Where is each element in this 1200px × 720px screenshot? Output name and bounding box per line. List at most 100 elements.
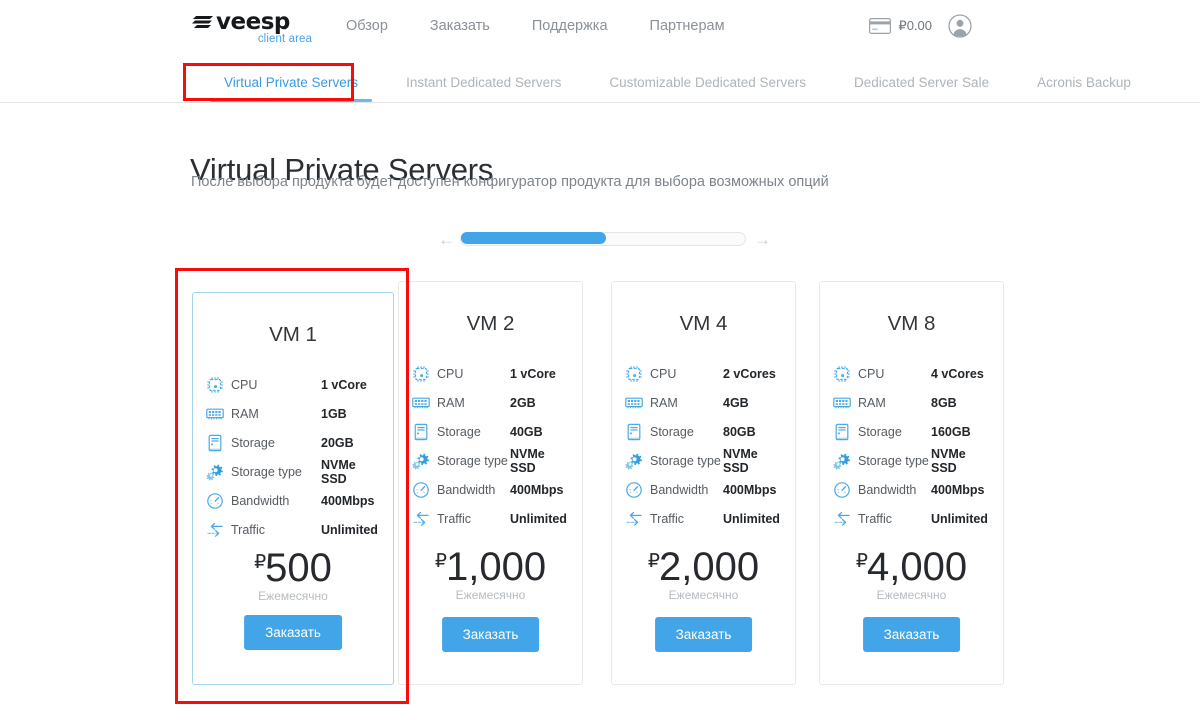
spec-row-traffic: Traffic Unlimited bbox=[624, 505, 785, 533]
spec-label-ram: RAM bbox=[650, 396, 678, 410]
spec-value-ram: 8GB bbox=[931, 396, 957, 410]
spec-row-storage: Storage 160GB bbox=[832, 418, 993, 446]
storage-icon bbox=[205, 434, 224, 453]
spec-value-storage: 160GB bbox=[931, 425, 971, 439]
balance-widget[interactable]: ₽0.00 bbox=[869, 18, 932, 34]
main-nav: Обзор Заказать Поддержка Партнерам bbox=[346, 16, 725, 36]
order-button-vm-8[interactable]: Заказать bbox=[862, 617, 961, 652]
spec-row-storage: Storage 80GB bbox=[624, 418, 785, 446]
user-avatar-icon[interactable] bbox=[948, 14, 972, 38]
spec-value-traffic: Unlimited bbox=[510, 512, 567, 526]
spec-value-bandwidth: 400Mbps bbox=[931, 483, 985, 497]
plan-specs: CPU 4 vCores RAM 8GB Storage 160GB Stora… bbox=[832, 360, 993, 534]
price-period: Ежемесячно bbox=[455, 588, 526, 602]
site-header: veesp client area Обзор Заказать Поддерж… bbox=[0, 0, 1200, 64]
price-amount: 4,000 bbox=[866, 545, 968, 589]
spec-label-cpu: CPU bbox=[437, 367, 464, 381]
gears-icon bbox=[624, 452, 643, 471]
plan-title: VM 8 bbox=[887, 312, 936, 335]
order-button-vm-1[interactable]: Заказать bbox=[244, 615, 342, 650]
plan-carousel-slider[interactable]: ← → bbox=[438, 228, 771, 250]
slider-thumb[interactable] bbox=[461, 232, 606, 244]
arrow-right-icon[interactable]: → bbox=[754, 231, 771, 248]
speedometer-icon bbox=[205, 492, 224, 511]
plan-price: ₽500 bbox=[193, 541, 393, 590]
spec-label-ram: RAM bbox=[231, 407, 259, 421]
order-button-vm-4[interactable]: Заказать bbox=[654, 617, 753, 652]
gears-icon bbox=[411, 452, 430, 471]
speedometer-icon bbox=[832, 481, 851, 500]
spec-label-bandwidth: Bandwidth bbox=[650, 483, 709, 497]
veesp-logo[interactable]: veesp client area bbox=[192, 11, 312, 51]
spec-value-cpu: 1 vCore bbox=[510, 367, 556, 381]
price-period: Ежемесячно bbox=[258, 589, 328, 603]
spec-row-storage: Storage 20GB bbox=[205, 429, 383, 457]
spec-value-ram: 2GB bbox=[510, 396, 536, 410]
plan-card-vm-2[interactable]: VM 2 CPU 1 vCore RAM 2GB Storage 40GB St… bbox=[398, 281, 583, 685]
storage-icon bbox=[411, 423, 430, 442]
tab-virtual-private-servers[interactable]: Virtual Private Servers bbox=[200, 63, 382, 102]
spec-row-ram: RAM 1GB bbox=[205, 400, 383, 428]
plan-title: VM 2 bbox=[466, 312, 515, 335]
spec-value-storage-type: NVMe SSD bbox=[723, 447, 758, 475]
nav-item-support[interactable]: Поддержка bbox=[532, 16, 608, 36]
cpu-icon bbox=[205, 376, 224, 395]
spec-label-cpu: CPU bbox=[858, 367, 885, 381]
plan-card-vm-1[interactable]: VM 1 CPU 1 vCore RAM 1GB Storage 20GB St… bbox=[192, 292, 394, 685]
nav-item-overview[interactable]: Обзор bbox=[346, 16, 388, 36]
nav-item-partners[interactable]: Партнерам bbox=[650, 16, 725, 36]
spec-row-traffic: Traffic Unlimited bbox=[411, 505, 572, 533]
price-amount: 1,000 bbox=[445, 545, 547, 589]
slider-track[interactable] bbox=[460, 232, 746, 246]
price-period: Ежемесячно bbox=[876, 588, 947, 602]
spec-row-bandwidth: Bandwidth 400Mbps bbox=[832, 476, 993, 504]
spec-label-traffic: Traffic bbox=[858, 512, 893, 526]
spec-value-bandwidth: 400Mbps bbox=[723, 483, 777, 497]
spec-value-cpu: 1 vCore bbox=[321, 378, 367, 392]
speedometer-icon bbox=[624, 481, 643, 500]
nav-item-order[interactable]: Заказать bbox=[430, 16, 490, 36]
plan-specs: CPU 2 vCores RAM 4GB Storage 80GB Storag… bbox=[624, 360, 785, 534]
spec-label-bandwidth: Bandwidth bbox=[858, 483, 917, 497]
tab-acronis-backup[interactable]: Acronis Backup bbox=[1013, 63, 1155, 102]
order-button-vm-2[interactable]: Заказать bbox=[441, 617, 540, 652]
traffic-exchange-icon bbox=[624, 510, 643, 529]
spec-row-traffic: Traffic Unlimited bbox=[205, 516, 383, 544]
plan-card-vm-8[interactable]: VM 8 CPU 4 vCores RAM 8GB Storage 160GB … bbox=[819, 281, 1004, 685]
speedometer-icon bbox=[411, 481, 430, 500]
plan-title: VM 1 bbox=[269, 323, 317, 346]
spec-row-cpu: CPU 2 vCores bbox=[624, 360, 785, 388]
spec-label-storage-type: Storage type bbox=[231, 465, 302, 479]
price-amount: 2,000 bbox=[658, 545, 760, 589]
tab-instant-dedicated-servers[interactable]: Instant Dedicated Servers bbox=[382, 63, 585, 102]
spec-label-storage: Storage bbox=[231, 436, 275, 450]
spec-value-storage: 40GB bbox=[510, 425, 543, 439]
spec-row-traffic: Traffic Unlimited bbox=[832, 505, 993, 533]
storage-icon bbox=[624, 423, 643, 442]
spec-label-traffic: Traffic bbox=[437, 512, 472, 526]
header-right-cluster: ₽0.00 bbox=[869, 14, 972, 38]
plan-card-vm-4[interactable]: VM 4 CPU 2 vCores RAM 4GB Storage 80GB S… bbox=[611, 281, 796, 685]
spec-value-storage: 80GB bbox=[723, 425, 756, 439]
plan-card-list: VM 1 CPU 1 vCore RAM 1GB Storage 20GB St… bbox=[0, 281, 1200, 691]
traffic-exchange-icon bbox=[411, 510, 430, 529]
spec-label-bandwidth: Bandwidth bbox=[231, 494, 290, 508]
arrow-left-icon[interactable]: ← bbox=[438, 231, 455, 248]
tab-dedicated-server-sale[interactable]: Dedicated Server Sale bbox=[830, 63, 1013, 102]
spec-row-ram: RAM 2GB bbox=[411, 389, 572, 417]
gears-icon bbox=[205, 463, 224, 482]
spec-row-bandwidth: Bandwidth 400Mbps bbox=[205, 487, 383, 515]
spec-label-storage-type: Storage type bbox=[858, 454, 929, 468]
spec-label-ram: RAM bbox=[858, 396, 886, 410]
logo-subtitle: client area bbox=[257, 33, 312, 45]
plan-specs: CPU 1 vCore bbox=[411, 360, 572, 534]
ram-icon bbox=[832, 394, 851, 413]
spec-label-cpu: CPU bbox=[650, 367, 677, 381]
credit-card-icon bbox=[869, 18, 892, 34]
cpu-icon bbox=[411, 365, 430, 384]
spec-row-bandwidth: Bandwidth 400Mbps bbox=[624, 476, 785, 504]
tab-customizable-dedicated-servers[interactable]: Customizable Dedicated Servers bbox=[585, 63, 830, 102]
balance-amount: ₽0.00 bbox=[898, 18, 932, 33]
spec-value-traffic: Unlimited bbox=[723, 512, 780, 526]
gears-icon bbox=[832, 452, 851, 471]
